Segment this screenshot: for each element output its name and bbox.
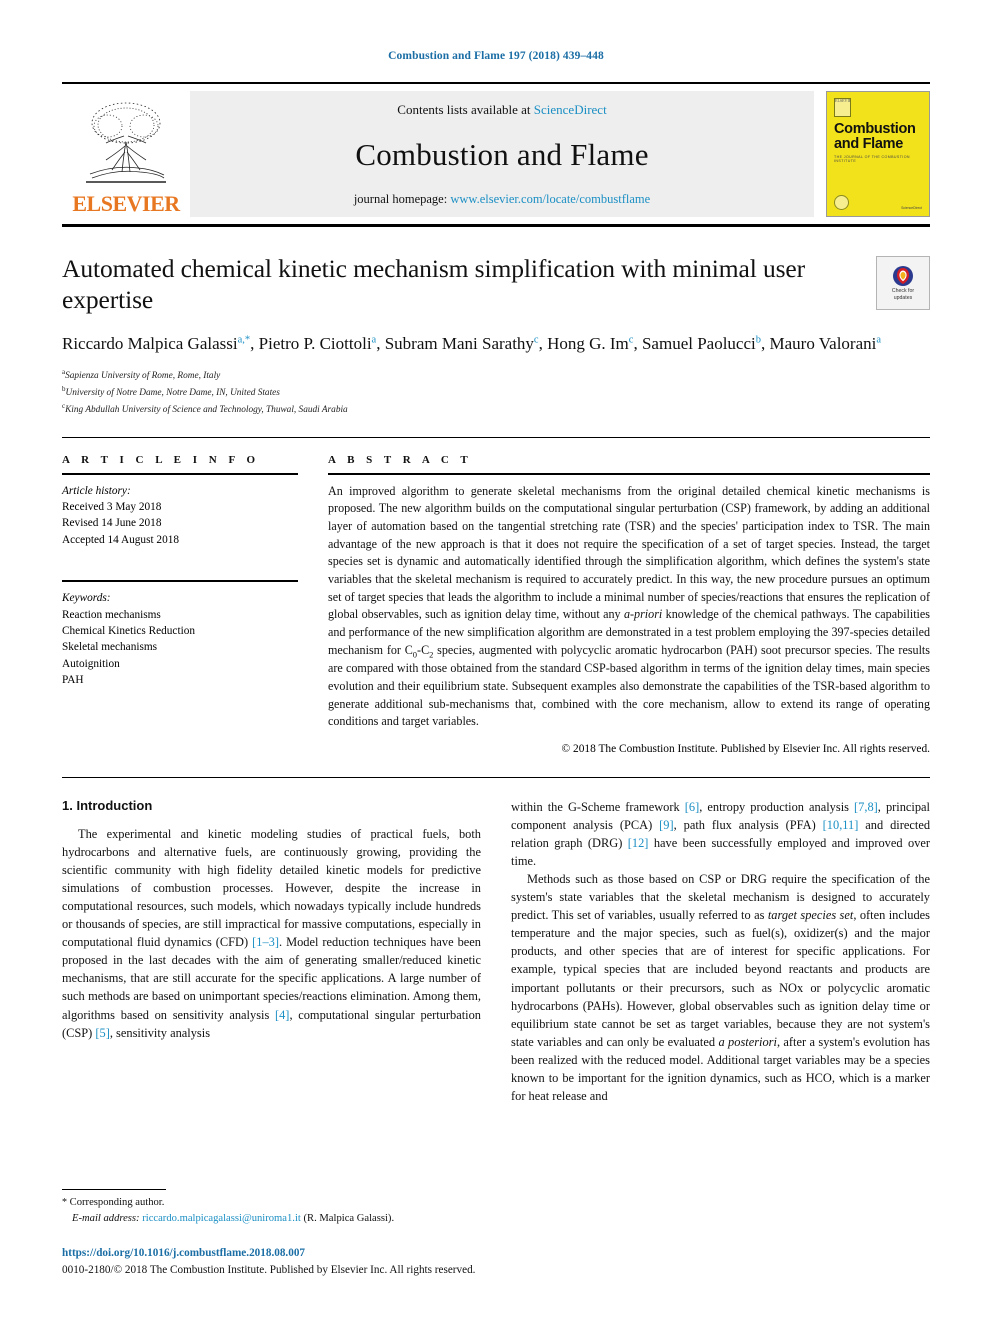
crossmark-label-line1: Check for [891, 288, 915, 295]
affiliation-text: University of Notre Dame, Notre Dame, IN… [65, 388, 280, 399]
email-owner: (R. Malpica Galassi). [303, 1213, 395, 1225]
contents-available-line: Contents lists available at ScienceDirec… [397, 102, 606, 118]
affiliation-item: cKing Abdullah University of Science and… [62, 401, 930, 418]
cover-bottom-row: ScienceDirect [834, 195, 922, 210]
crossmark-badge[interactable]: Check for updates [876, 256, 930, 310]
email-link[interactable]: riccardo.malpicagalassi@uniroma1.it [142, 1213, 301, 1224]
journal-title: Combustion and Flame [355, 137, 649, 172]
cover-subtitle: THE JOURNAL OF THE COMBUSTION INSTITUTE [834, 154, 910, 163]
body-paragraph: The experimental and kinetic modeling st… [62, 827, 482, 1040]
cover-seal-icon [834, 195, 849, 210]
info-abstract-section: A R T I C L E I N F O Article history: R… [62, 454, 930, 755]
abstract-copyright: © 2018 The Combustion Institute. Publish… [561, 743, 930, 756]
crossmark-label-line2: updates [893, 294, 913, 301]
keyword-item: Autoignition [62, 657, 120, 670]
crossmark-icon [893, 266, 913, 287]
keyword-item: Skeletal mechanisms [62, 641, 158, 654]
article-info-column: A R T I C L E I N F O Article history: R… [62, 454, 328, 755]
keywords-label: Keywords: [62, 592, 111, 605]
corresponding-author-marker: * [62, 1197, 67, 1209]
article-page: Combustion and Flame 197 (2018) 439–448 [0, 0, 992, 1323]
abstract-column: A B S T R A C T An improved algorithm to… [328, 454, 930, 755]
contents-prefix: Contents lists available at [397, 102, 534, 117]
crossmark-label: Check for updates [892, 288, 914, 300]
affiliation-item: aSapienza University of Rome, Rome, Ital… [62, 367, 930, 384]
journal-homepage-link[interactable]: www.elsevier.com/locate/combustflame [450, 192, 650, 206]
divider-above-body [62, 777, 930, 779]
doi-link[interactable]: https://doi.org/10.1016/j.combustflame.2… [62, 1245, 930, 1262]
masthead-center: Contents lists available at ScienceDirec… [190, 91, 814, 217]
body-paragraph: within the G-Scheme framework [6], entro… [511, 800, 931, 869]
keywords-rule [62, 580, 298, 583]
email-label: E-mail address: [72, 1213, 140, 1225]
abstract-rule [328, 472, 930, 475]
author-list: Riccardo Malpica Galassia,*, Pietro P. C… [62, 334, 882, 354]
affiliation-text: Sapienza University of Rome, Rome, Italy [65, 371, 221, 382]
title-block: Automated chemical kinetic mechanism sim… [62, 253, 930, 315]
elsevier-logo: ELSEVIER [62, 91, 190, 217]
section-title-introduction: 1. Introduction [62, 798, 153, 814]
abstract-heading: A B S T R A C T [328, 453, 473, 466]
article-info-heading: A R T I C L E I N F O [62, 453, 260, 466]
article-history-label: Article history: [62, 484, 131, 497]
journal-cover-thumbnail: ELSEVIER Combustion and Flame THE JOURNA… [826, 91, 930, 217]
cover-sciencedirect-mark: ScienceDirect [901, 205, 922, 210]
article-history-revised: Revised 14 June 2018 [62, 517, 162, 530]
journal-homepage-line: journal homepage: www.elsevier.com/locat… [354, 192, 650, 207]
affiliation-list: aSapienza University of Rome, Rome, Ital… [62, 367, 930, 417]
page-title: Automated chemical kinetic mechanism sim… [62, 254, 806, 315]
cover-title-line2: and Flame [834, 135, 904, 152]
body-paragraph: Methods such as those based on CSP or DR… [511, 872, 930, 1103]
elsevier-tree-icon [86, 102, 166, 183]
footnote-rule [62, 1189, 166, 1191]
journal-masthead: ELSEVIER Contents lists available at Sci… [62, 82, 930, 227]
affiliation-item: bUniversity of Notre Dame, Notre Dame, I… [62, 384, 930, 401]
elsevier-wordmark: ELSEVIER [72, 191, 180, 216]
body-right-column: within the G-Scheme framework [6], entro… [511, 798, 930, 1105]
body-left-column: 1. Introduction The experimental and kin… [62, 798, 481, 1105]
keyword-item: PAH [62, 674, 84, 687]
email-note: E-mail address: riccardo.malpicagalassi@… [62, 1211, 502, 1227]
homepage-prefix: journal homepage: [353, 192, 451, 206]
article-history-received: Received 3 May 2018 [62, 501, 162, 514]
corresponding-author-note: * Corresponding author. [62, 1195, 502, 1211]
issn-copyright-line: 0010-2180/© 2018 The Combustion Institut… [62, 1264, 476, 1277]
sciencedirect-link[interactable]: ScienceDirect [534, 102, 607, 117]
affiliation-text: King Abdullah University of Science and … [65, 405, 348, 415]
corresponding-author-text: Corresponding author. [69, 1197, 165, 1209]
running-head: Combustion and Flame 197 (2018) 439–448 [388, 50, 604, 62]
cover-title-line1: Combustion [834, 121, 916, 137]
article-history-accepted: Accepted 14 August 2018 [62, 533, 180, 546]
footnote-block: * Corresponding author. E-mail address: … [62, 1189, 502, 1227]
keyword-item: Chemical Kinetics Reduction [62, 624, 196, 637]
keyword-item: Reaction mechanisms [62, 608, 161, 621]
title-text-wrap: Automated chemical kinetic mechanism sim… [62, 253, 876, 315]
article-info-rule [62, 472, 298, 475]
divider-above-info [62, 436, 930, 438]
page-footer: https://doi.org/10.1016/j.combustflame.2… [62, 1245, 930, 1279]
cover-title: Combustion and Flame [834, 122, 922, 152]
cover-elsevier-mark: ELSEVIER [834, 98, 851, 117]
abstract-body: An improved algorithm to generate skelet… [328, 483, 930, 729]
body-columns: 1. Introduction The experimental and kin… [62, 798, 930, 1105]
